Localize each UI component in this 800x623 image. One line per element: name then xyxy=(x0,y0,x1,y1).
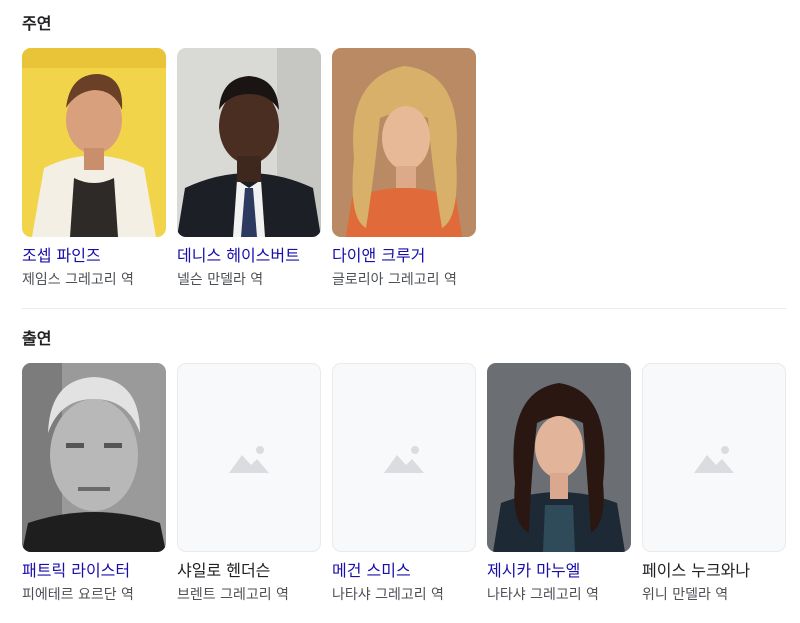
cast-card: 샤일로 헨더슨 브렌트 그레고리 역 xyxy=(177,363,321,605)
cast-list: 패트릭 라이스터 피에테르 요르단 역 샤일로 헨더슨 브렌트 그레고리 역 메… xyxy=(22,363,800,605)
character-role: 넬슨 만델라 역 xyxy=(177,272,264,288)
actor-photo[interactable] xyxy=(22,48,166,237)
character-role: 나타샤 그레고리 역 xyxy=(487,587,599,603)
section-title: 출연 xyxy=(22,329,52,348)
actor-name-link[interactable]: 조셉 파인즈 xyxy=(22,245,166,267)
placeholder-image-icon xyxy=(177,363,321,552)
actor-photo[interactable] xyxy=(487,363,631,552)
lead-cast-section: 주연 조셉 파인즈 제임스 그레고리 역 데니스 헤이스버트 넬슨 만델라 역 … xyxy=(0,0,800,290)
actor-name: 샤일로 헨더슨 xyxy=(177,561,271,580)
cast-list: 조셉 파인즈 제임스 그레고리 역 데니스 헤이스버트 넬슨 만델라 역 다이앤… xyxy=(22,48,800,290)
section-title: 주연 xyxy=(22,14,52,33)
actor-name-link[interactable]: 다이앤 크루거 xyxy=(332,245,476,267)
character-role: 글로리아 그레고리 역 xyxy=(332,272,457,288)
character-role: 제임스 그레고리 역 xyxy=(22,272,134,288)
actor-name: 페이스 누크와나 xyxy=(642,561,751,580)
cast-card[interactable]: 조셉 파인즈 제임스 그레고리 역 xyxy=(22,48,166,290)
character-role: 브렌트 그레고리 역 xyxy=(177,587,289,603)
character-role: 위니 만델라 역 xyxy=(642,587,729,603)
placeholder-image-icon xyxy=(642,363,786,552)
character-role: 피에테르 요르단 역 xyxy=(22,587,134,603)
cast-card[interactable]: 다이앤 크루거 글로리아 그레고리 역 xyxy=(332,48,476,290)
cast-card[interactable]: 메건 스미스 나타샤 그레고리 역 xyxy=(332,363,476,605)
placeholder-image-icon xyxy=(332,363,476,552)
section-divider xyxy=(22,308,786,309)
actor-photo[interactable] xyxy=(177,48,321,237)
cast-card[interactable]: 데니스 헤이스버트 넬슨 만델라 역 xyxy=(177,48,321,290)
supporting-cast-section: 출연 패트릭 라이스터 피에테르 요르단 역 샤일로 헨더슨 브렌트 그레고리 … xyxy=(0,315,800,605)
actor-name-link[interactable]: 패트릭 라이스터 xyxy=(22,560,166,582)
actor-photo[interactable] xyxy=(332,48,476,237)
actor-photo[interactable] xyxy=(22,363,166,552)
actor-name-link[interactable]: 제시카 마누엘 xyxy=(487,560,631,582)
cast-card[interactable]: 패트릭 라이스터 피에테르 요르단 역 xyxy=(22,363,166,605)
actor-name-link[interactable]: 메건 스미스 xyxy=(332,560,476,582)
actor-name-link[interactable]: 데니스 헤이스버트 xyxy=(177,245,321,267)
cast-card[interactable]: 제시카 마누엘 나타샤 그레고리 역 xyxy=(487,363,631,605)
character-role: 나타샤 그레고리 역 xyxy=(332,587,444,603)
cast-card: 페이스 누크와나 위니 만델라 역 xyxy=(642,363,786,605)
